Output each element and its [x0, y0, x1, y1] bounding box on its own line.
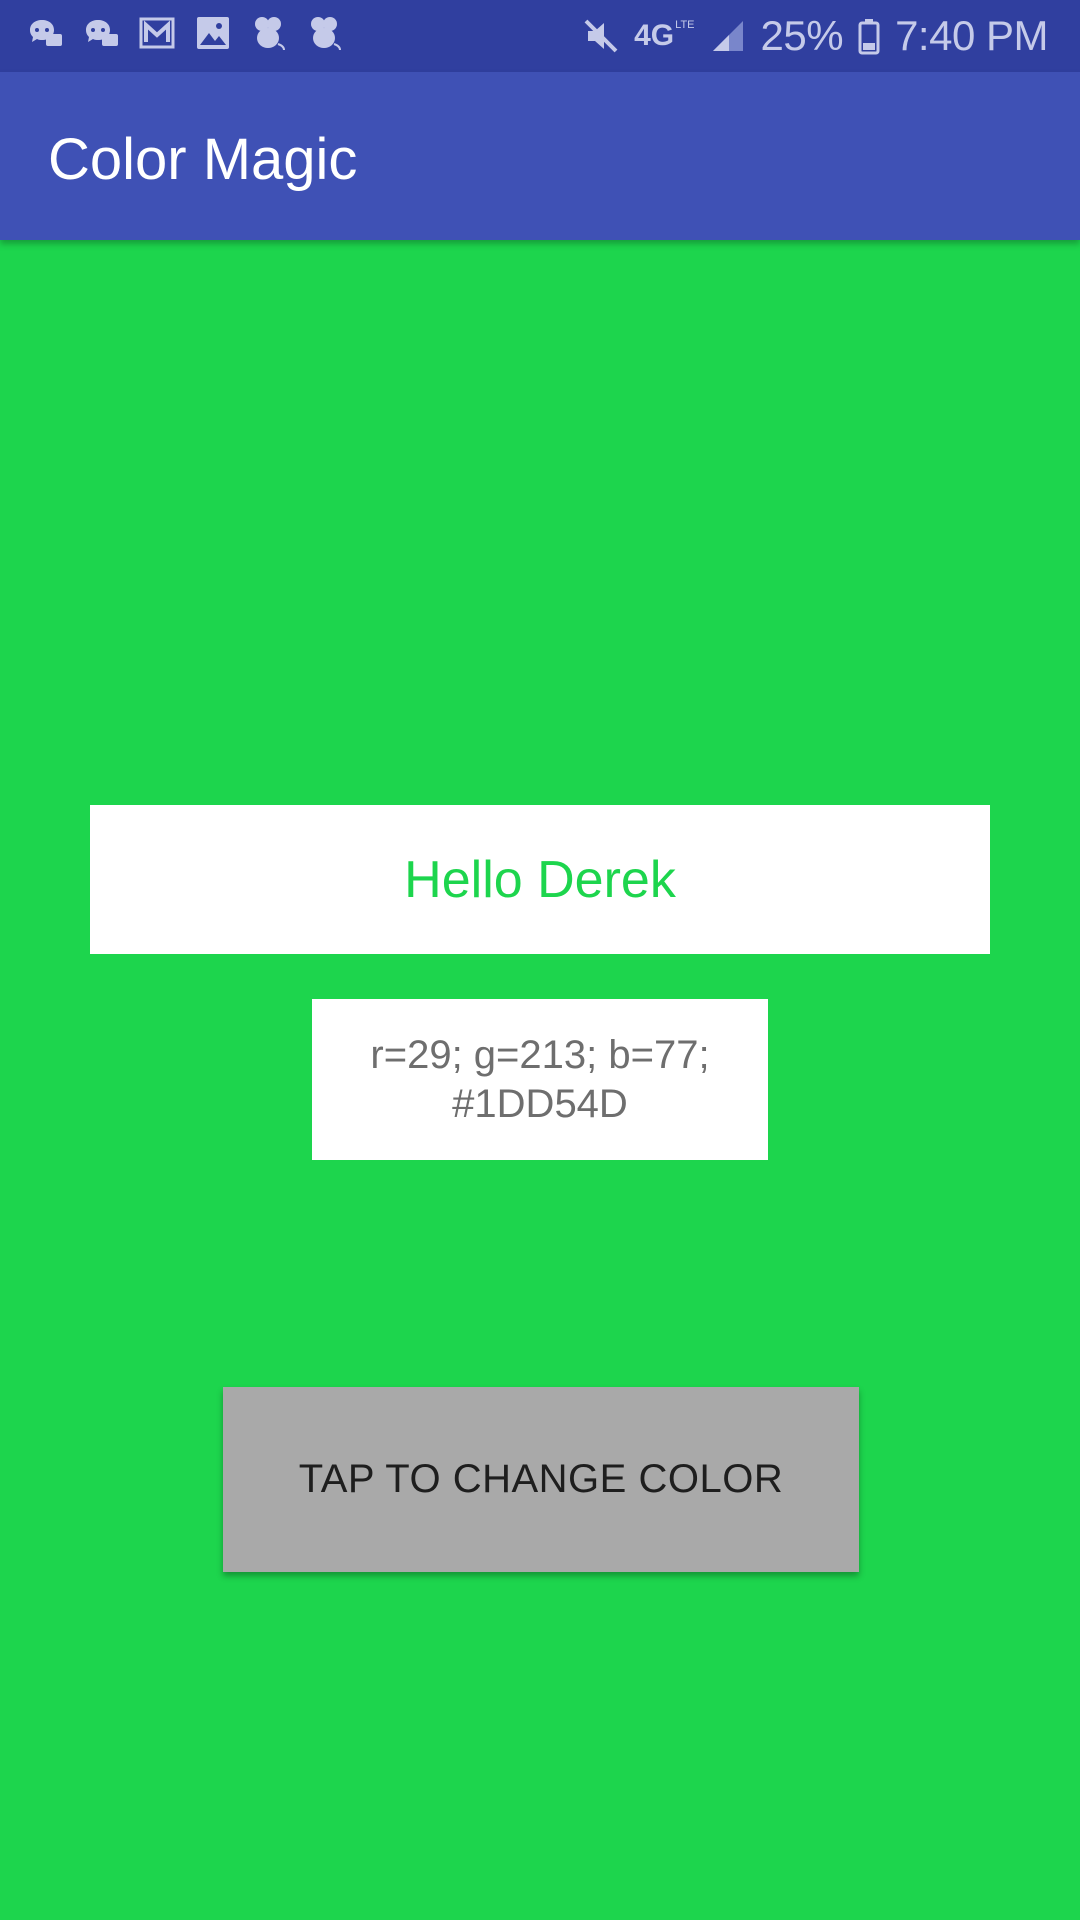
change-color-button[interactable]: TAP TO CHANGE COLOR — [223, 1387, 859, 1572]
network-type-label: 4G — [634, 19, 675, 52]
hex-value-text: #1DD54D — [452, 1081, 628, 1126]
change-color-button-label: TAP TO CHANGE COLOR — [298, 1457, 784, 1501]
clock: 7:40 PM — [895, 12, 1048, 59]
status-bar: 4G LTE 25% 7:40 PM — [0, 0, 1080, 72]
image-icon — [194, 14, 232, 52]
battery-percent: 25% — [760, 12, 844, 59]
app-title: Color Magic — [48, 127, 358, 192]
network-type-indicator: 4G LTE — [634, 19, 694, 53]
greeting-text: Hello Derek — [404, 850, 676, 909]
signal-strength-icon — [709, 17, 747, 55]
mouse-icon — [306, 14, 344, 52]
app-bar: Color Magic — [0, 72, 1080, 240]
color-info-card: r=29; g=213; b=77; #1DD54D — [312, 999, 768, 1160]
system-status: 4G LTE 25% 7:40 PM — [582, 8, 1048, 64]
battery-icon — [857, 17, 881, 55]
gmail-icon — [138, 14, 176, 52]
greeting-card: Hello Derek — [90, 805, 990, 954]
network-sub-label: LTE — [675, 19, 695, 31]
mute-icon — [582, 17, 620, 55]
rgb-values-text: r=29; g=213; b=77; — [370, 1032, 710, 1077]
chat-bubble-icon — [82, 14, 120, 52]
mouse-icon — [250, 14, 288, 52]
notification-icons — [26, 14, 344, 52]
chat-bubble-icon — [26, 14, 64, 52]
